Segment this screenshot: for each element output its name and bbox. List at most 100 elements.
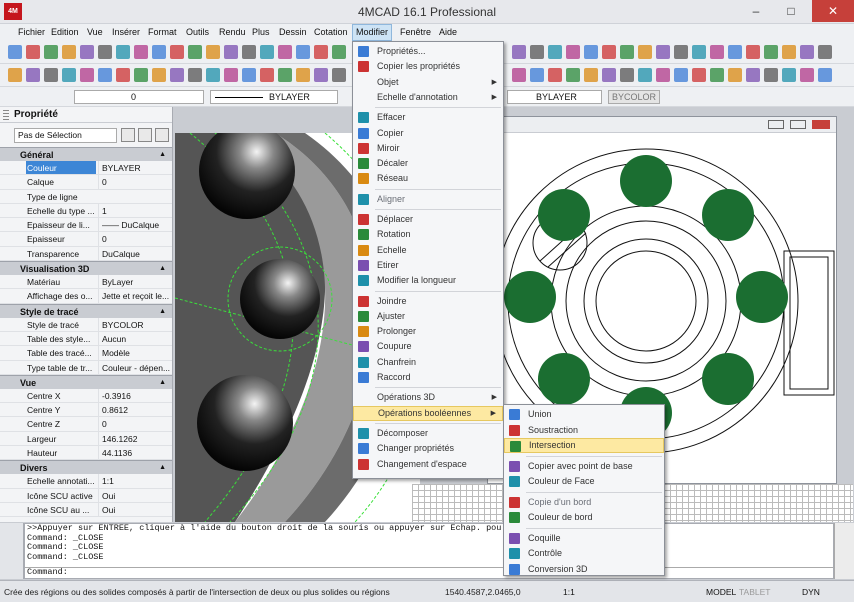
property-value[interactable]: 1:1 [98,474,170,488]
toolbar-tool-icon[interactable] [188,68,202,82]
toolbar-tool-icon[interactable] [566,45,580,59]
menu-item[interactable]: Copier les propriétés [353,59,503,74]
property-row[interactable]: Echelle annotati... 1:1 [0,474,172,489]
menu-cotation[interactable]: Cotation [311,24,351,41]
toolbar-tool-icon[interactable] [62,45,76,59]
menu-item[interactable]: Miroir [353,141,503,156]
property-row[interactable]: Type table de tr... Couleur - dépen... [0,360,172,375]
menu-rendu[interactable]: Rendu [216,24,249,41]
toolbar-tool-icon[interactable] [332,68,346,82]
quick-select-icon[interactable] [121,128,135,142]
toolbar-tool-icon[interactable] [764,45,778,59]
menu-item[interactable]: Etirer [353,258,503,273]
menu-item[interactable]: Rotation [353,227,503,242]
property-row[interactable]: Epaisseur de li... —— DuCalque [0,218,172,233]
property-value[interactable]: Oui [98,488,170,502]
toolbar-tool-icon[interactable] [80,45,94,59]
property-value[interactable]: 44.1136 [98,446,170,460]
command-scrollbar[interactable] [834,523,854,579]
select-objects-icon[interactable] [138,128,152,142]
menu-item[interactable]: Couleur de Face [504,474,664,489]
toolbar-tool-icon[interactable] [710,68,724,82]
toolbar-tool-icon[interactable] [656,68,670,82]
property-value[interactable]: 0.8612 [98,403,170,417]
menu-item[interactable]: Réseau [353,171,503,186]
toolbar-tool-icon[interactable] [98,45,112,59]
menu-item[interactable]: Objet ▶ [353,75,503,90]
menu-item[interactable]: Chanfrein [353,355,503,370]
property-row[interactable]: Hauteur 44.1136 [0,446,172,461]
toolbar-tool-icon[interactable] [80,68,94,82]
toolbar-tool-icon[interactable] [638,68,652,82]
toolbar-tool-icon[interactable] [260,45,274,59]
toolbar-tool-icon[interactable] [44,68,58,82]
property-row[interactable]: Style de tracé BYCOLOR [0,317,172,332]
collapse-icon[interactable]: ▲ [159,461,166,475]
toolbar-tool-icon[interactable] [116,45,130,59]
menu-item[interactable]: Ajuster [353,309,503,324]
grip-icon[interactable] [3,110,9,120]
property-row[interactable]: Centre Z 0 [0,417,172,432]
toolbar-tool-icon[interactable] [602,45,616,59]
menu-item[interactable]: Raccord [353,370,503,385]
menu-item[interactable]: Coquille [504,531,664,546]
toolbar-tool-icon[interactable] [134,68,148,82]
menu-fichier[interactable]: Fichier [15,24,48,41]
toolbar-tool-icon[interactable] [206,45,220,59]
command-line-history[interactable]: >>Appuyer sur ENTREE, cliquer à l'aide d… [24,523,834,579]
toolbar-tool-icon[interactable] [818,45,832,59]
property-value[interactable]: 146.1262 [98,431,170,446]
menu-modifier[interactable]: Modifier [352,24,393,41]
property-value[interactable]: Jette et reçoit le... [98,289,170,303]
menu-format[interactable]: Format [145,24,180,41]
toolbar-tool-icon[interactable] [170,45,184,59]
toolbar-tool-icon[interactable] [728,68,742,82]
toolbar-tool-icon[interactable] [620,68,634,82]
toolbar-tool-icon[interactable] [26,45,40,59]
toolbar-tool-icon[interactable] [242,68,256,82]
toolbar-tool-icon[interactable] [8,68,22,82]
property-section-header[interactable]: Général ▲ [0,147,172,161]
toolbar-tool-icon[interactable] [746,68,760,82]
window-restore-icon[interactable] [790,120,806,129]
property-section-header[interactable]: Divers ▲ [0,460,172,475]
toolbar-tool-icon[interactable] [188,45,202,59]
lineweight-select[interactable]: BYLAYER [507,90,602,104]
toolbar-tool-icon[interactable] [764,68,778,82]
toolbar-tool-icon[interactable] [584,45,598,59]
property-value[interactable]: 0 [98,417,170,431]
menu-item[interactable]: Coupure [353,339,503,354]
menu-vue[interactable]: Vue [84,24,106,41]
property-value[interactable]: -0.3916 [98,388,170,403]
property-row[interactable]: Centre Y 0.8612 [0,403,172,418]
menu-item[interactable]: Echelle d'annotation ▶ [353,90,503,105]
menu-item[interactable]: Décomposer [353,426,503,441]
toolbar-tool-icon[interactable] [260,68,274,82]
property-row[interactable]: Centre X -0.3916 [0,388,172,404]
close-button[interactable]: ✕ [812,0,854,22]
property-row[interactable]: Type de ligne [0,190,172,204]
menu-item[interactable]: Union [504,407,664,422]
property-row[interactable]: Icône SCU au ... Oui [0,502,172,518]
menu-item[interactable]: Aligner [353,192,503,207]
toolbar-tool-icon[interactable] [746,45,760,59]
property-value[interactable]: 1 [98,203,170,218]
property-row[interactable]: Table des style... Aucun [0,331,172,347]
toolbar-tool-icon[interactable] [674,45,688,59]
menu-outils[interactable]: Outils [183,24,212,41]
toolbar-tool-icon[interactable] [134,45,148,59]
property-value[interactable]: Aucun [98,331,170,346]
toolbar-tool-icon[interactable] [278,68,292,82]
menu-item[interactable]: Copie d'un bord [504,495,664,510]
menu-inserer[interactable]: Insérer [109,24,143,41]
menu-aide[interactable]: Aide [436,24,460,41]
toolbar-tool-icon[interactable] [26,68,40,82]
property-value[interactable]: ByLayer [98,275,170,289]
toolbar-tool-icon[interactable] [530,68,544,82]
toolbar-tool-icon[interactable] [170,68,184,82]
toolbar-tool-icon[interactable] [296,45,310,59]
toolbar-tool-icon[interactable] [296,68,310,82]
collapse-icon[interactable]: ▲ [159,262,166,276]
toolbar-tool-icon[interactable] [638,45,652,59]
menu-item[interactable]: Effacer [353,110,503,125]
